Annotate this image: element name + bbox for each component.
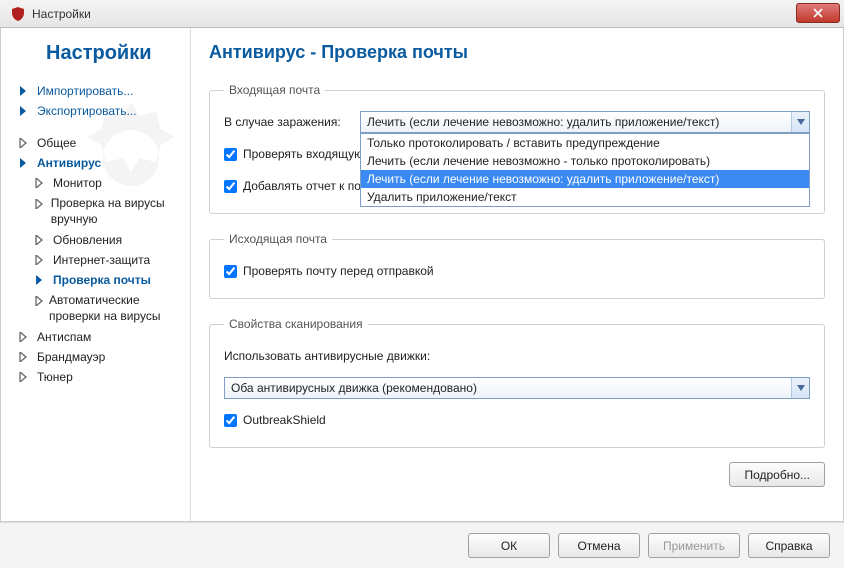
engine-combo[interactable]: Оба антивирусных движка (рекомендовано) bbox=[224, 377, 810, 399]
fieldset-scan: Свойства сканирования Использовать антив… bbox=[209, 317, 825, 448]
window-title: Настройки bbox=[32, 7, 91, 21]
sidebar-export[interactable]: Экспортировать... bbox=[1, 101, 190, 121]
chevron-right-icon bbox=[19, 372, 31, 382]
details-button[interactable]: Подробно... bbox=[729, 462, 825, 487]
dropdown-option[interactable]: Удалить приложение/текст bbox=[361, 188, 809, 206]
cancel-button[interactable]: Отмена bbox=[558, 533, 640, 558]
chevron-right-icon bbox=[19, 352, 31, 362]
legend-outgoing: Исходящая почта bbox=[224, 232, 332, 246]
chevron-right-icon bbox=[35, 235, 47, 245]
page-title: Антивирус - Проверка почты bbox=[209, 42, 825, 63]
help-button[interactable]: Справка bbox=[748, 533, 830, 558]
chevron-down-icon bbox=[791, 378, 809, 398]
combo-value: Оба антивирусных движка (рекомендовано) bbox=[231, 381, 477, 395]
sidebar-item-manual-scan[interactable]: Проверка на вирусы вручную bbox=[1, 193, 190, 230]
outbreak-checkbox[interactable] bbox=[224, 414, 237, 427]
triangle-right-icon bbox=[19, 158, 31, 168]
sidebar-item-tuner[interactable]: Тюнер bbox=[1, 367, 190, 387]
triangle-right-icon bbox=[19, 86, 31, 96]
sidebar-item-updates[interactable]: Обновления bbox=[1, 230, 190, 250]
chevron-down-icon bbox=[791, 112, 809, 132]
sidebar-item-mail-check[interactable]: Проверка почты bbox=[1, 270, 190, 290]
sidebar-item-monitor[interactable]: Монитор bbox=[1, 173, 190, 193]
sidebar-import[interactable]: Импортировать... bbox=[1, 81, 190, 101]
on-infection-label: В случае заражения: bbox=[224, 115, 352, 129]
chevron-right-icon bbox=[35, 296, 43, 306]
dropdown-option[interactable]: Только протоколировать / вставить предуп… bbox=[361, 134, 809, 152]
on-infection-combo[interactable]: Лечить (если лечение невозможно: удалить… bbox=[360, 111, 810, 133]
fieldset-outgoing: Исходящая почта Проверять почту перед от… bbox=[209, 232, 825, 299]
check-before-send-label: Проверять почту перед отправкой bbox=[243, 264, 434, 278]
sidebar-item-firewall[interactable]: Брандмауэр bbox=[1, 347, 190, 367]
close-button[interactable] bbox=[796, 3, 840, 23]
combo-value: Лечить (если лечение невозможно: удалить… bbox=[367, 115, 719, 129]
add-report-label: Добавлять отчет к по bbox=[243, 179, 361, 193]
footer: ОК Отмена Применить Справка bbox=[0, 522, 844, 568]
on-infection-dropdown: Только протоколировать / вставить предуп… bbox=[360, 133, 810, 207]
chevron-right-icon bbox=[35, 178, 47, 188]
chevron-right-icon bbox=[35, 199, 45, 209]
triangle-right-icon bbox=[19, 106, 31, 116]
triangle-right-icon bbox=[35, 275, 47, 285]
sidebar: Настройки Импортировать... Экспортироват… bbox=[1, 28, 191, 521]
dropdown-option[interactable]: Лечить (если лечение невозможно - только… bbox=[361, 152, 809, 170]
check-incoming-label: Проверять входящую bbox=[243, 147, 363, 161]
sidebar-header: Настройки bbox=[1, 38, 190, 81]
chevron-right-icon bbox=[19, 332, 31, 342]
legend-incoming: Входящая почта bbox=[224, 83, 325, 97]
fieldset-incoming: Входящая почта В случае заражения: Лечит… bbox=[209, 83, 825, 214]
check-before-send-checkbox[interactable] bbox=[224, 265, 237, 278]
sidebar-item-antispam[interactable]: Антиспам bbox=[1, 327, 190, 347]
sidebar-item-general[interactable]: Общее bbox=[1, 133, 190, 153]
outbreak-label: OutbreakShield bbox=[243, 413, 326, 427]
chevron-right-icon bbox=[35, 255, 47, 265]
ok-button[interactable]: ОК bbox=[468, 533, 550, 558]
app-shield-icon bbox=[10, 6, 26, 22]
check-incoming-checkbox[interactable] bbox=[224, 148, 237, 161]
apply-button[interactable]: Применить bbox=[648, 533, 740, 558]
chevron-right-icon bbox=[19, 138, 31, 148]
sidebar-item-auto-scan[interactable]: Автоматические проверки на вирусы bbox=[1, 290, 190, 327]
add-report-checkbox[interactable] bbox=[224, 180, 237, 193]
main-panel: Антивирус - Проверка почты Входящая почт… bbox=[191, 28, 843, 521]
legend-scan: Свойства сканирования bbox=[224, 317, 368, 331]
titlebar: Настройки bbox=[0, 0, 844, 28]
sidebar-item-antivirus[interactable]: Антивирус bbox=[1, 153, 190, 173]
engine-label: Использовать антивирусные движки: bbox=[224, 349, 430, 363]
sidebar-item-web-protection[interactable]: Интернет-защита bbox=[1, 250, 190, 270]
dropdown-option[interactable]: Лечить (если лечение невозможно: удалить… bbox=[361, 170, 809, 188]
